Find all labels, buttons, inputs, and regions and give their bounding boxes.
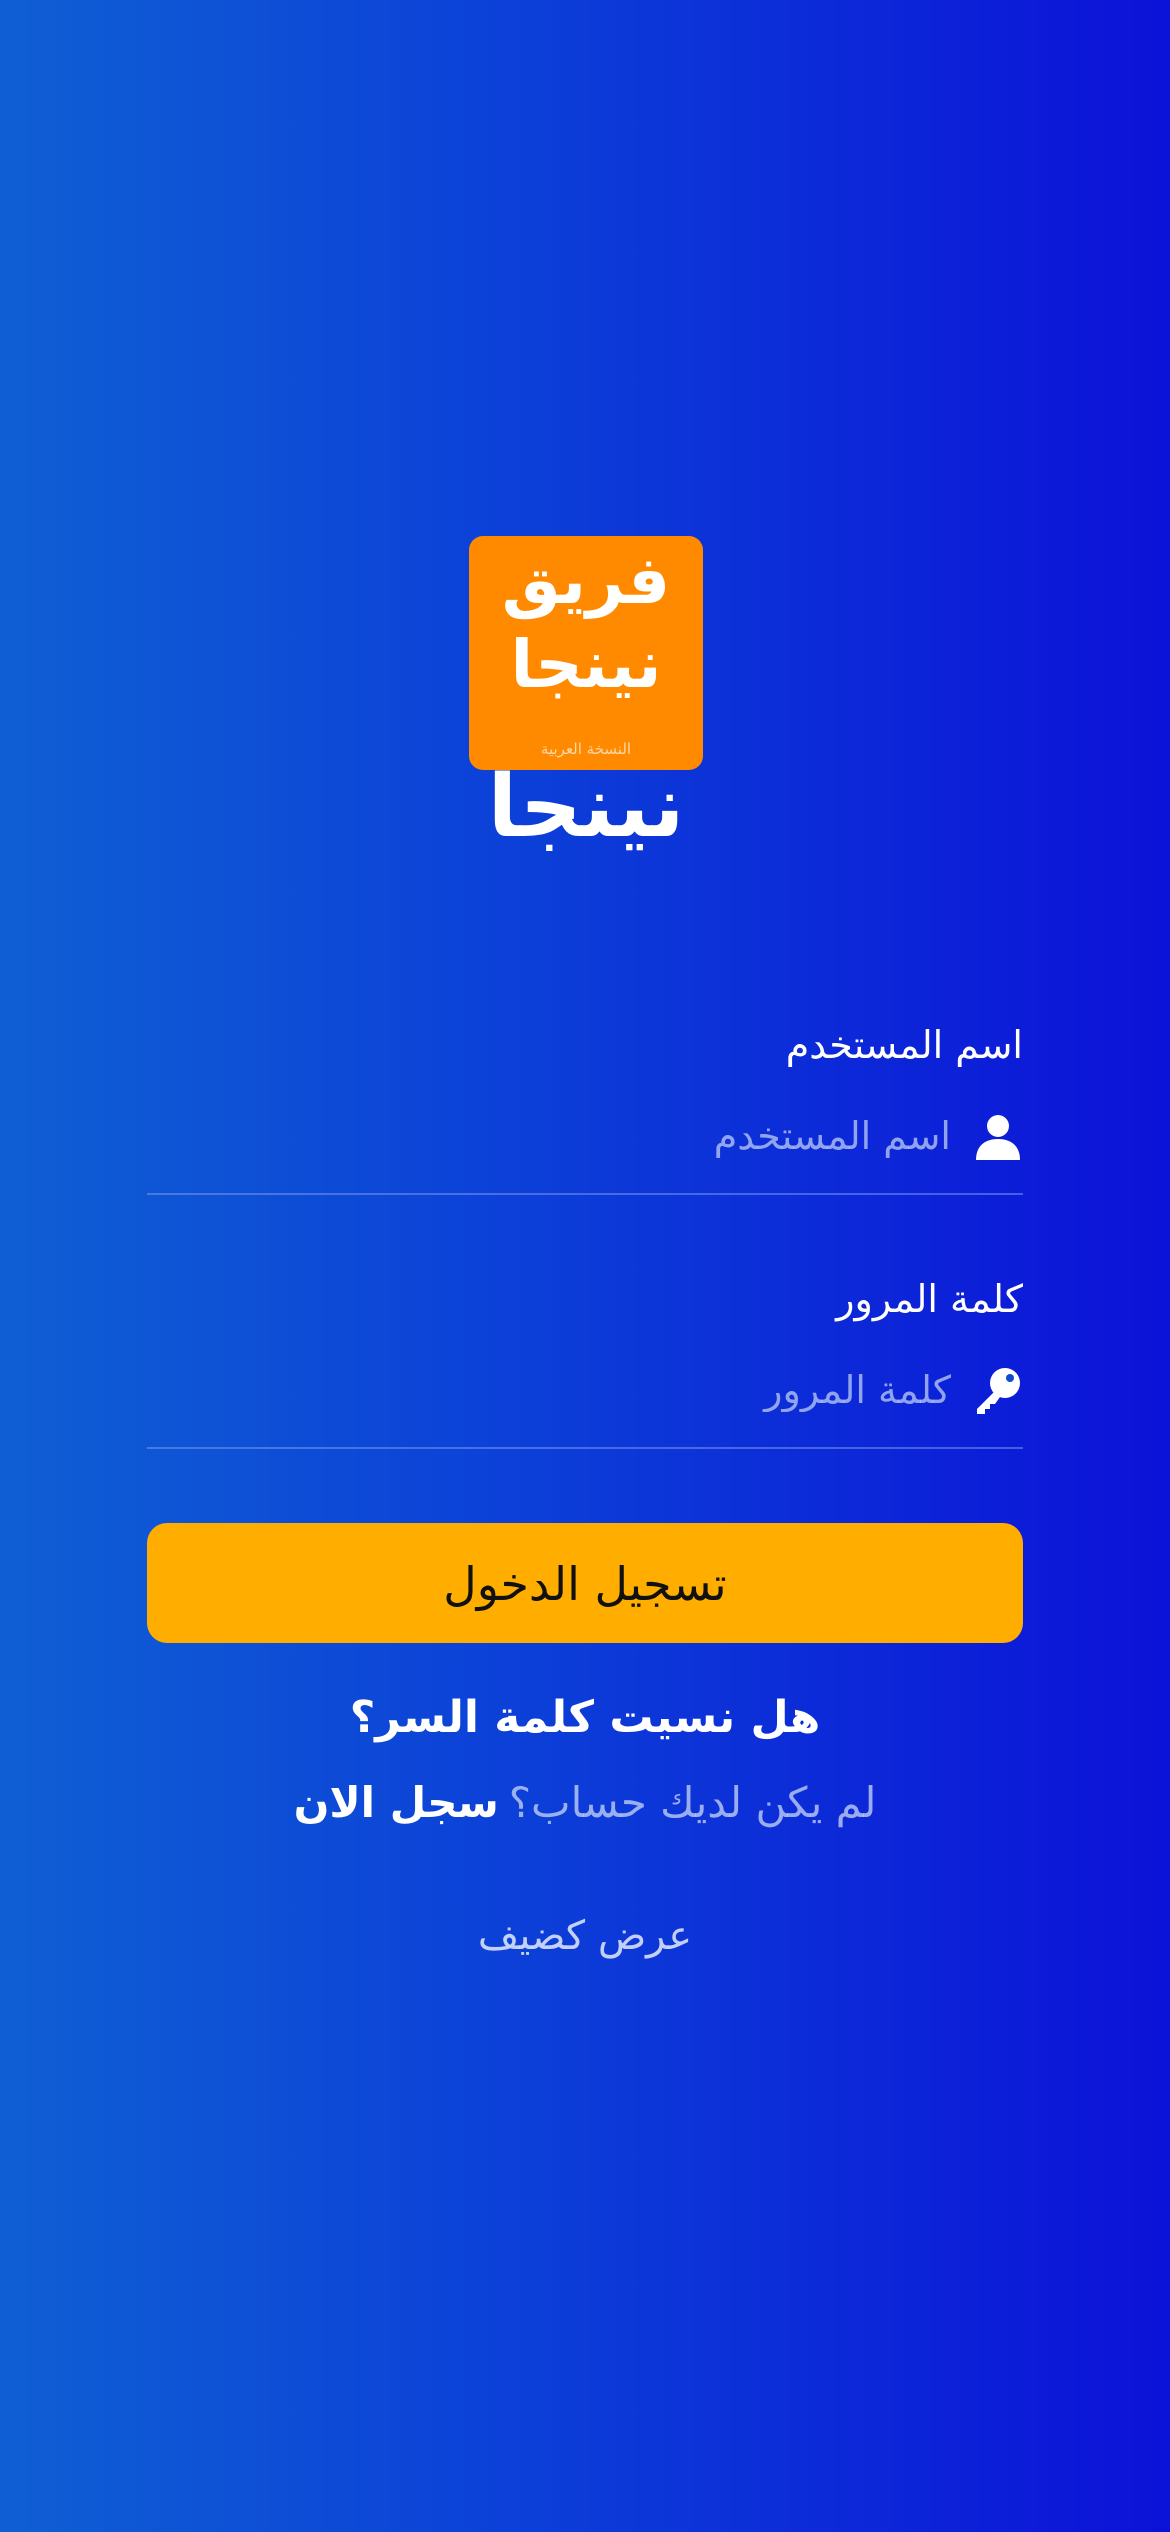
login-button[interactable]: تسجيل الدخول (147, 1523, 1023, 1643)
password-underline (147, 1447, 1023, 1449)
logo-box: فريق نينجا النسخة العربية (469, 536, 703, 770)
login-form-container: فريق نينجا النسخة العربية نينجا اسم المس… (147, 0, 1023, 2532)
app-logo: فريق نينجا النسخة العربية نينجا (469, 536, 703, 866)
username-underline (147, 1193, 1023, 1195)
guest-link[interactable]: عرض كضيف (147, 1916, 1023, 1956)
forgot-password-link[interactable]: هل نسيت كلمة السر؟ (147, 1696, 1023, 1740)
register-question: لم يكن لديك حساب؟ (508, 1778, 877, 1827)
register-link[interactable]: سجل الان (294, 1778, 499, 1827)
logo-box-line2: نينجا (510, 626, 662, 703)
logo-wordmark: نينجا (487, 757, 685, 857)
username-label: اسم المستخدم (785, 1023, 1023, 1067)
password-input[interactable] (171, 1360, 951, 1420)
logo-box-line1: فريق (501, 542, 671, 619)
register-row: لم يكن لديك حساب؟سجل الان (147, 1782, 1023, 1824)
password-label: كلمة المرور (836, 1277, 1023, 1321)
person-icon (973, 1112, 1023, 1162)
key-icon (973, 1366, 1023, 1416)
logo-box-subtitle: النسخة العربية (540, 740, 632, 758)
password-field[interactable] (147, 1360, 1023, 1420)
username-input[interactable] (171, 1106, 951, 1166)
username-field[interactable] (147, 1106, 1023, 1166)
